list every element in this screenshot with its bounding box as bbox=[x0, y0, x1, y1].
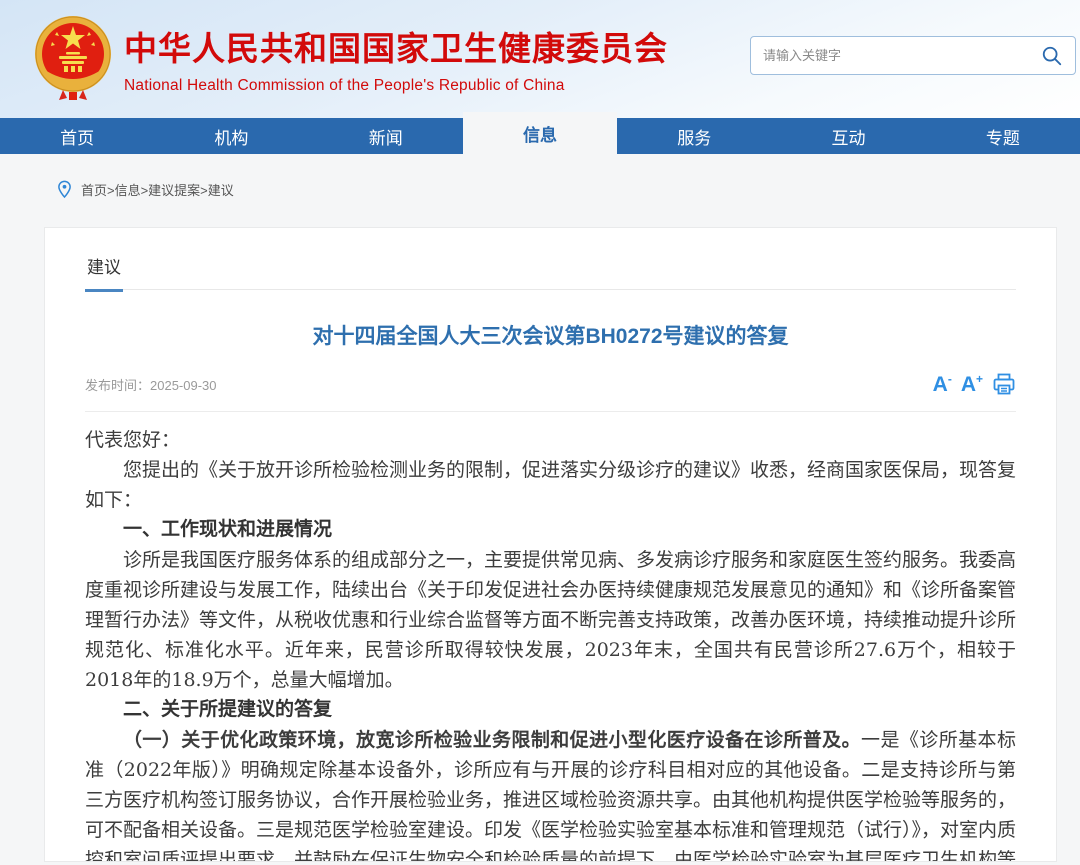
content-card: 建议 对十四届全国人大三次会议第BH0272号建议的答复 发布时间：2025-0… bbox=[44, 227, 1057, 862]
section-tab-row: 建议 bbox=[85, 228, 1016, 290]
paragraph-lead-bold: （一）关于优化政策环境，放宽诊所检验业务限制和促进小型化医疗设备在诊所普及。 bbox=[123, 729, 861, 751]
article-paragraph: 诊所是我国医疗服务体系的组成部分之一，主要提供常见病、多发病诊疗服务和家庭医生签… bbox=[85, 545, 1016, 695]
article-paragraph: 代表您好： bbox=[85, 425, 1016, 455]
article-heading: 二、关于所提建议的答复 bbox=[85, 695, 1016, 725]
article-meta-row: 发布时间：2025-09-30 A- A+ bbox=[85, 372, 1016, 412]
article-body: 代表您好：您提出的《关于放开诊所检验检测业务的限制，促进落实分级诊疗的建议》收悉… bbox=[85, 425, 1016, 862]
article-paragraph: （一）关于优化政策环境，放宽诊所检验业务限制和促进小型化医疗设备在诊所普及。一是… bbox=[85, 725, 1016, 862]
nav-item-home[interactable]: 首页 bbox=[0, 118, 154, 154]
nav-item-organization[interactable]: 机构 bbox=[154, 118, 308, 154]
publish-date: 发布时间：2025-09-30 bbox=[85, 375, 217, 394]
nav-item-news[interactable]: 新闻 bbox=[309, 118, 463, 154]
site-title-chinese: 中华人民共和国国家卫生健康委员会 bbox=[124, 22, 668, 70]
article-heading: 一、工作现状和进展情况 bbox=[85, 515, 1016, 545]
font-increase-button[interactable]: A+ bbox=[961, 373, 983, 395]
nav-item-services[interactable]: 服务 bbox=[617, 118, 771, 154]
location-pin-icon bbox=[57, 180, 72, 199]
site-header: 中华人民共和国国家卫生健康委员会 National Health Commiss… bbox=[0, 0, 1080, 118]
nav-item-information[interactable]: 信息 bbox=[463, 112, 617, 154]
main-nav: 首页 机构 新闻 信息 服务 互动 专题 bbox=[0, 118, 1080, 154]
publish-date-label: 发布时间： bbox=[85, 378, 150, 393]
search-icon[interactable] bbox=[1041, 45, 1063, 67]
site-title-english: National Health Commission of the People… bbox=[124, 77, 668, 95]
tab-suggestions[interactable]: 建议 bbox=[85, 253, 123, 292]
publish-date-value: 2025-09-30 bbox=[150, 378, 217, 393]
nav-item-topics[interactable]: 专题 bbox=[926, 118, 1080, 154]
nav-item-interaction[interactable]: 互动 bbox=[771, 118, 925, 154]
minus-sign: - bbox=[948, 372, 952, 386]
font-decrease-button[interactable]: A- bbox=[933, 373, 952, 395]
search-box[interactable] bbox=[750, 36, 1076, 75]
national-emblem-logo bbox=[33, 12, 113, 104]
search-input[interactable] bbox=[751, 48, 1041, 63]
breadcrumb-path[interactable]: 首页>信息>建议提案>建议 bbox=[81, 180, 234, 199]
article-title: 对十四届全国人大三次会议第BH0272号建议的答复 bbox=[85, 320, 1016, 350]
article-tools: A- A+ bbox=[933, 372, 1016, 396]
print-icon[interactable] bbox=[992, 372, 1016, 396]
site-titles: 中华人民共和国国家卫生健康委员会 National Health Commiss… bbox=[124, 22, 668, 95]
article-paragraph: 您提出的《关于放开诊所检验检测业务的限制，促进落实分级诊疗的建议》收悉，经商国家… bbox=[85, 455, 1016, 515]
plus-sign: + bbox=[976, 372, 983, 386]
breadcrumb: 首页>信息>建议提案>建议 bbox=[0, 154, 1080, 227]
